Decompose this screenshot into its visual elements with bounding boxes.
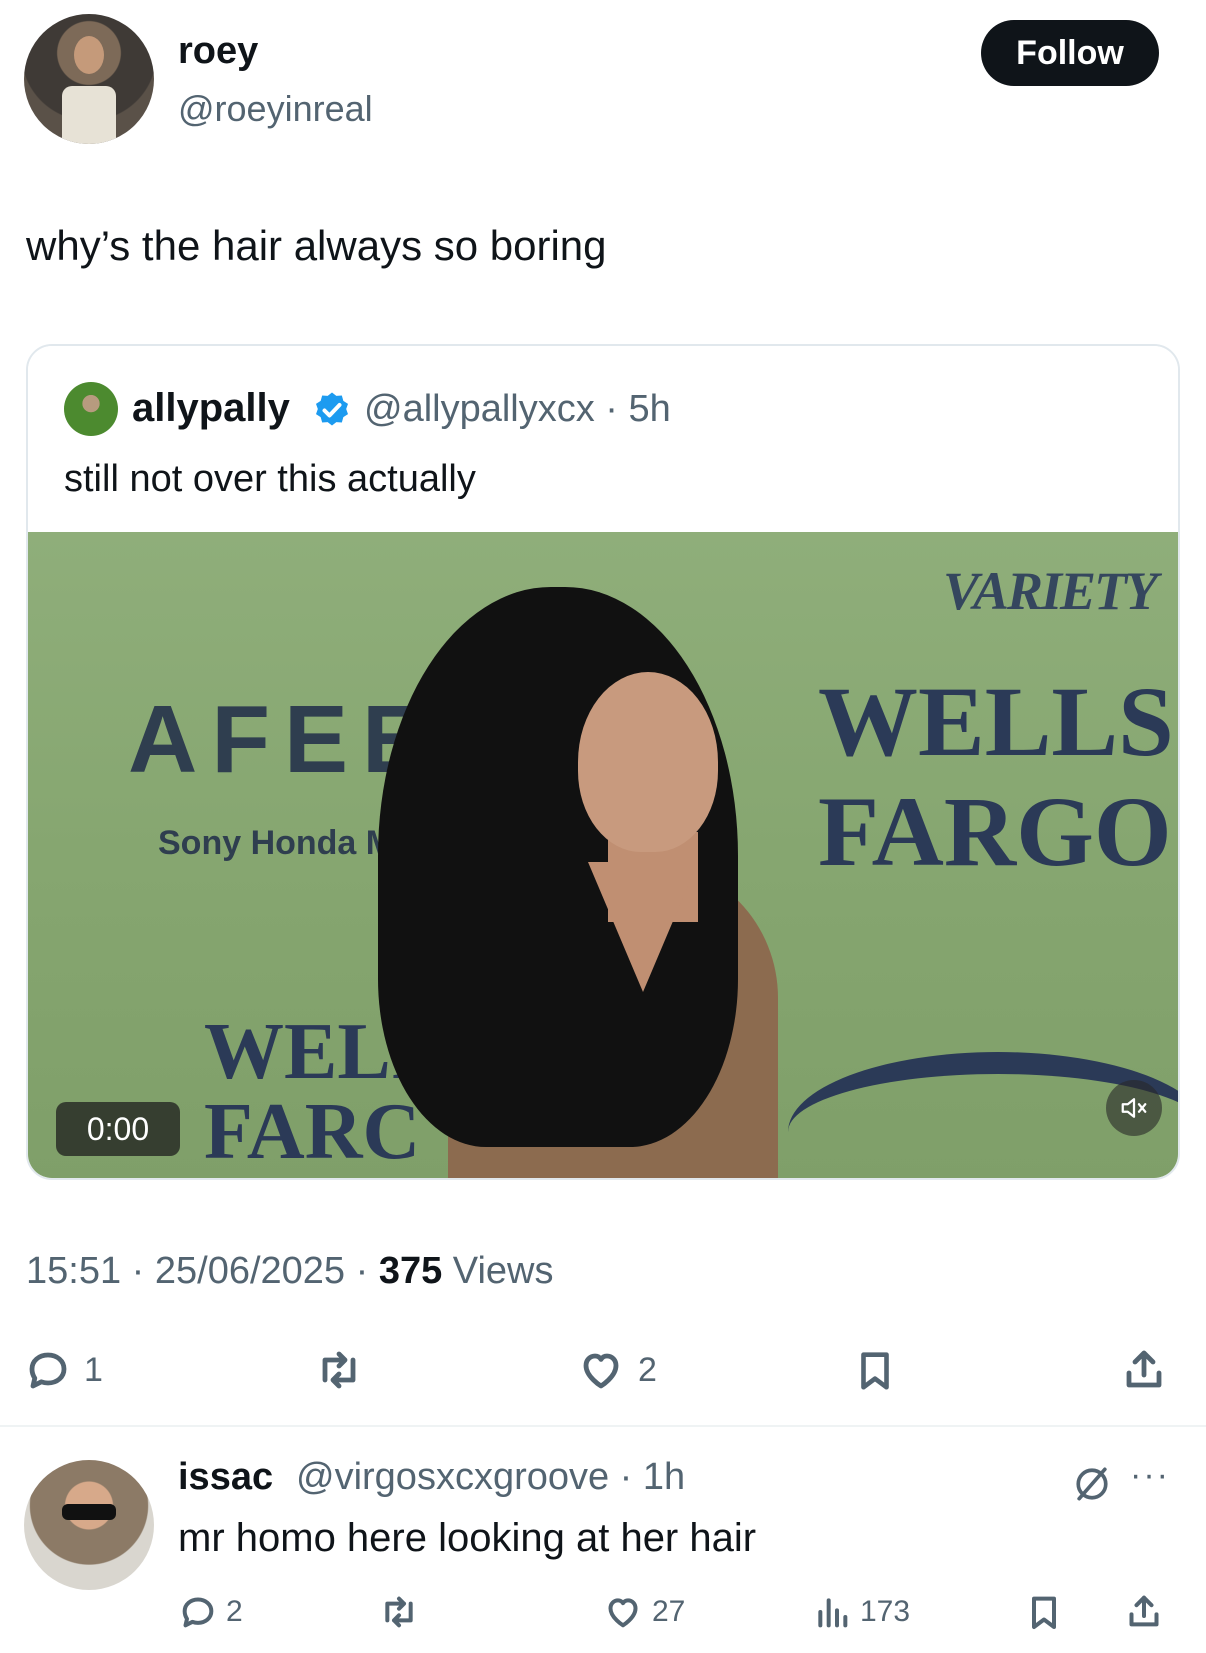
repost-icon [385, 1596, 413, 1628]
analytics-icon [818, 1598, 848, 1628]
fargo-sign-partial: FARC [204, 1088, 421, 1176]
bookmark-icon [861, 1352, 889, 1390]
share-icon [1129, 1595, 1159, 1627]
person-face [578, 672, 718, 852]
reply-like-button[interactable]: 27 [602, 1592, 685, 1632]
heart-icon [583, 1353, 619, 1389]
post-timestamp[interactable]: 15:51 · 25/06/2025 · [26, 1250, 379, 1292]
more-options-button[interactable]: ··· [1130, 1456, 1170, 1495]
quoted-author-name[interactable]: allypally [132, 386, 290, 431]
share-button[interactable] [1120, 1344, 1168, 1394]
speaker-muted-icon [1121, 1098, 1147, 1118]
avatar-shirt [62, 86, 116, 144]
post-metadata: 15:51 · 25/06/2025 · 375 Views [26, 1250, 553, 1293]
reply-button[interactable]: 1 [24, 1346, 103, 1394]
quoted-post-text: still not over this actually [64, 458, 476, 500]
like-button[interactable]: 2 [576, 1346, 657, 1394]
variety-logo: VARIETY [942, 561, 1158, 621]
author-name[interactable]: roey [178, 30, 258, 73]
views-count: 375 [378, 1250, 443, 1292]
verified-badge-icon [316, 392, 348, 426]
quoted-author-handle[interactable]: @allypallyxcx · 5h [364, 388, 671, 431]
video-time-badge: 0:00 [56, 1102, 180, 1156]
author-handle[interactable]: @roeyinreal [178, 88, 373, 130]
reply-text: mr homo here looking at her hair [178, 1516, 757, 1560]
reply-reply-button[interactable]: 2 [178, 1592, 243, 1632]
reply-views-count: 173 [860, 1595, 911, 1628]
reply-author-name[interactable]: issac [178, 1456, 273, 1499]
wells-sign: WELLS [818, 666, 1174, 777]
reply-views-button[interactable]: 173 [812, 1592, 910, 1632]
bookmark-button[interactable] [852, 1346, 898, 1394]
reply-author-handle[interactable]: @virgosxcxgroove · 1h [296, 1456, 685, 1499]
reply-author-avatar[interactable] [24, 1460, 154, 1590]
avatar-head [74, 36, 104, 74]
reply-repost-button[interactable] [378, 1592, 420, 1632]
like-count: 2 [638, 1350, 657, 1389]
follow-button[interactable]: Follow [981, 20, 1159, 86]
reply-like-count: 27 [652, 1595, 686, 1628]
divider [0, 1425, 1206, 1427]
reply-share-button[interactable] [1124, 1590, 1164, 1632]
reply-reply-count: 2 [226, 1595, 243, 1628]
repost-button[interactable] [314, 1346, 364, 1394]
views-label: Views [442, 1250, 554, 1292]
mute-button[interactable] [1106, 1080, 1162, 1136]
quoted-post[interactable]: allypally @allypallyxcx · 5h still not o… [26, 344, 1180, 1180]
bookmark-icon [1032, 1596, 1056, 1629]
post-text: why’s the hair always so boring [26, 222, 607, 269]
share-icon [1126, 1350, 1162, 1388]
avatar-sunglasses [62, 1504, 116, 1520]
ignore-reply-icon[interactable] [1070, 1462, 1114, 1506]
quoted-author-avatar[interactable] [64, 382, 118, 436]
reply-icon [182, 1597, 214, 1628]
reply-bookmark-button[interactable] [1024, 1592, 1064, 1632]
repost-icon [322, 1351, 356, 1389]
reply-count: 1 [84, 1350, 103, 1389]
author-avatar[interactable] [24, 14, 154, 144]
fargo-sign: FARGO [818, 776, 1172, 887]
heart-icon [608, 1598, 638, 1628]
reply-icon [29, 1352, 67, 1389]
video-player[interactable]: VARIETY AFEEL Sony Honda Mobi WELLS FARG… [28, 532, 1178, 1178]
quoted-post-header: allypally @allypallyxcx · 5h still not o… [28, 346, 1178, 532]
